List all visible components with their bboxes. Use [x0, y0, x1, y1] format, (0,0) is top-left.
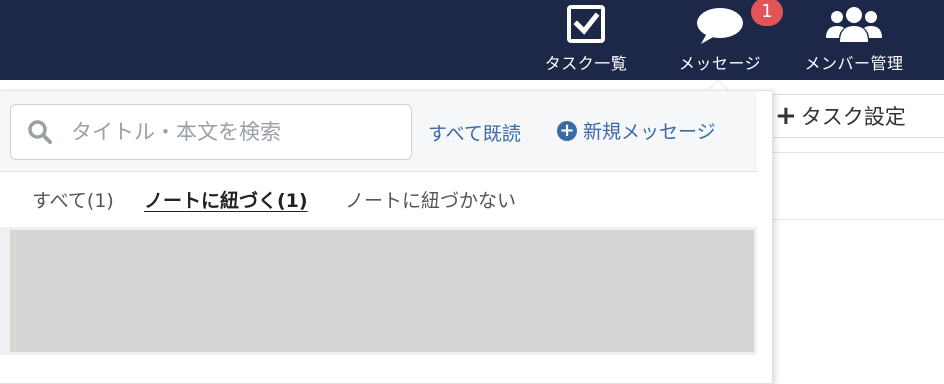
message-count-badge: 1: [751, 0, 783, 26]
search-input[interactable]: [69, 119, 393, 145]
divider: [773, 152, 944, 153]
search-box[interactable]: [10, 104, 412, 160]
nav-member-management-label: メンバー管理: [804, 54, 904, 73]
nav-task-list[interactable]: タスク一覧: [538, 0, 634, 80]
divider: [773, 219, 944, 220]
tab-all[interactable]: すべて(1): [32, 186, 114, 213]
nav-messages-label: メッセージ: [678, 54, 762, 73]
message-content-placeholder: [10, 230, 754, 352]
checkbox-icon: [566, 4, 606, 48]
mark-all-read-link[interactable]: すべて既読: [428, 119, 521, 146]
tab-not-linked-to-note[interactable]: ノートに紐づかない: [345, 186, 516, 213]
plus-circle-icon: +: [557, 120, 577, 141]
plus-icon: +: [775, 101, 797, 131]
nav-member-management[interactable]: メンバー管理: [798, 0, 910, 80]
nav-task-list-label: タスク一覧: [544, 54, 628, 73]
top-navbar: タスク一覧 メッセージ 1 メンバー管理: [0, 0, 944, 80]
search-toolbar: すべて既読 + 新規メッセージ: [0, 91, 757, 172]
search-icon: [28, 120, 52, 144]
users-icon: [824, 4, 884, 48]
scrollbar[interactable]: [757, 91, 771, 383]
speech-bubble-icon: [695, 6, 745, 50]
list-item[interactable]: [0, 227, 757, 355]
tab-linked-to-note[interactable]: ノートに紐づく(1): [144, 186, 308, 213]
messages-dropdown-panel: すべて既読 + 新規メッセージ すべて(1) ノートに紐づく(1) ノートに紐づ…: [0, 90, 773, 384]
new-message-label: 新規メッセージ: [583, 121, 716, 143]
new-message-link[interactable]: + 新規メッセージ: [557, 117, 716, 144]
message-filter-tabs: すべて(1) ノートに紐づく(1) ノートに紐づかない: [0, 172, 757, 228]
task-settings-label: タスク設定: [800, 105, 906, 129]
